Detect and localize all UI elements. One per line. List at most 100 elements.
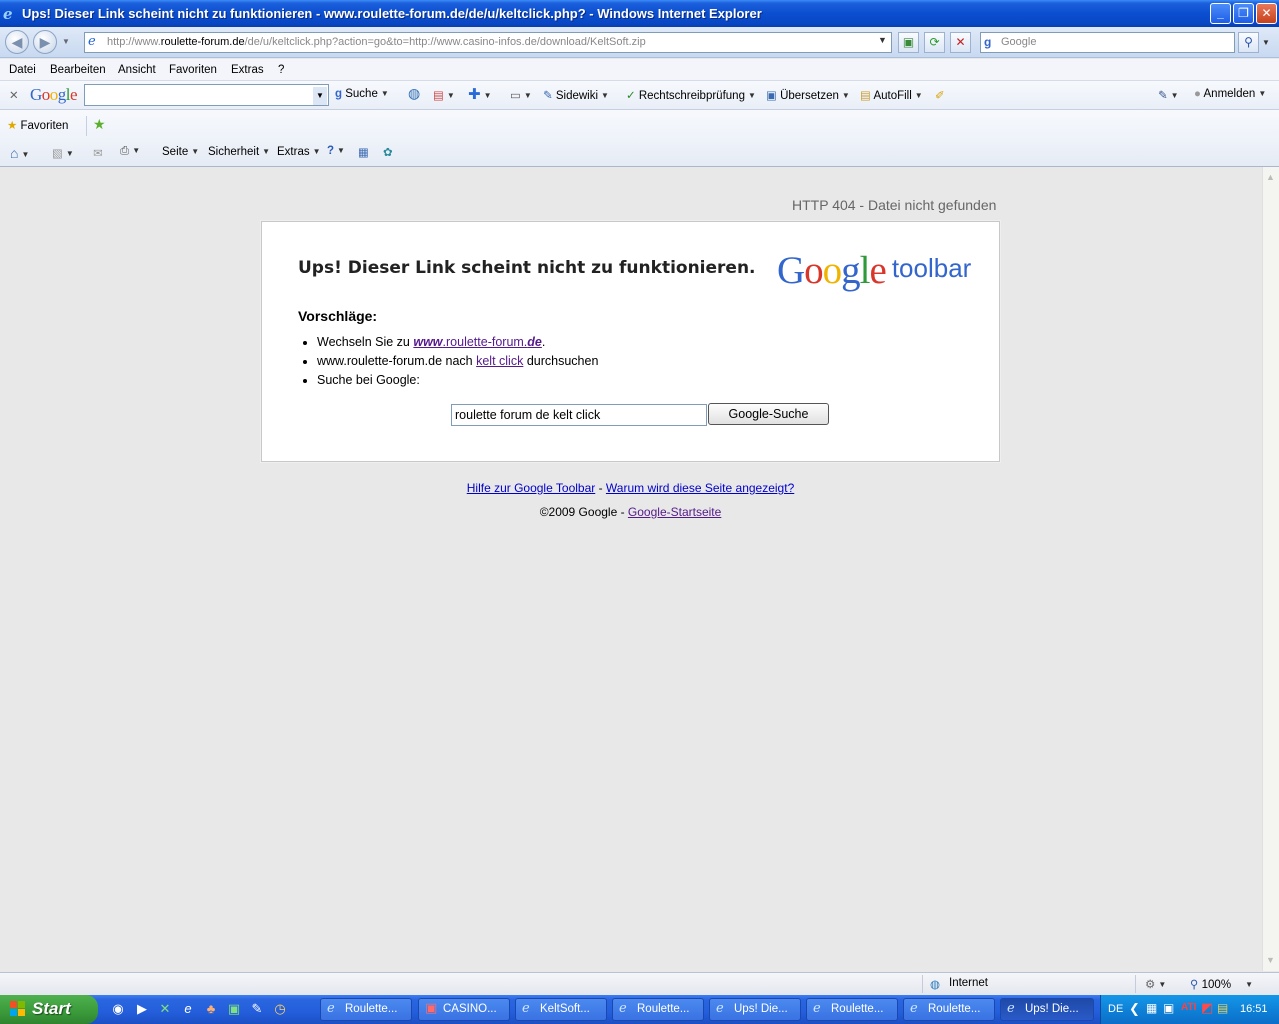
messenger-icon[interactable]: ✿ (383, 145, 393, 159)
search-input[interactable]: Google (980, 32, 1235, 53)
task-button[interactable]: ▣ CASINO... (418, 998, 510, 1021)
ie-quicklaunch-icon[interactable]: e (180, 1001, 196, 1017)
site-search-link[interactable]: kelt click (476, 354, 523, 368)
ie-icon: e (716, 1001, 724, 1016)
menu-file[interactable]: Datei (9, 64, 36, 76)
clock-app-icon[interactable]: ◷ (272, 1001, 288, 1017)
add-button-icon[interactable]: ✚ ▼ (468, 85, 492, 103)
tools-menu[interactable]: Extras ▼ (277, 146, 321, 158)
refresh-icon[interactable]: ⟳ (924, 32, 945, 53)
wrench-icon[interactable]: ✎ ▼ (1158, 88, 1179, 102)
autofill-button[interactable]: ▤ AutoFill ▼ (860, 88, 923, 102)
quicklaunch-icon[interactable]: ◉ (110, 1001, 126, 1017)
task-button[interactable]: e KeltSoft... (515, 998, 607, 1021)
antivirus-icon[interactable]: ◩ (1201, 1000, 1213, 1016)
signin-label: Anmelden (1203, 88, 1256, 100)
site-link[interactable]: www.roulette-forum.de (413, 335, 542, 349)
task-button[interactable]: e Ups! Die... (709, 998, 801, 1021)
network-icon[interactable]: ▦ (1146, 1001, 1157, 1015)
translate-button[interactable]: ▣ Übersetzen ▼ (766, 88, 850, 102)
close-button[interactable]: ✕ (1256, 3, 1277, 24)
list-item: Wechseln Sie zu www.roulette-forum.de. (317, 333, 598, 352)
toolbar-search-button[interactable]: g Suche ▼ (335, 88, 389, 100)
suggestions-title: Vorschläge: (298, 308, 378, 324)
tray-expand-icon[interactable]: ❮ (1129, 1001, 1140, 1017)
add-favorite-icon[interactable]: ★ (93, 116, 106, 133)
minimize-button[interactable]: _ (1210, 3, 1231, 24)
tray-app-icon[interactable]: ▤ (1217, 1001, 1228, 1015)
sidewiki-button[interactable]: ✎ Sidewiki ▼ (543, 88, 609, 102)
task-button[interactable]: e Roulette... (612, 998, 704, 1021)
history-dropdown-icon[interactable]: ▼ (62, 37, 70, 46)
address-dropdown-icon[interactable]: ▼ (878, 35, 887, 45)
spellcheck-button[interactable]: ✓ Rechtschreibprüfung ▼ (626, 88, 756, 102)
feeds-icon[interactable]: ▧ ▼ (52, 146, 74, 160)
menu-tools[interactable]: Extras (231, 64, 264, 76)
google-search-input[interactable]: roulette forum de kelt click (451, 404, 707, 426)
highlight-icon[interactable]: ▭ ▼ (510, 88, 532, 102)
menu-help[interactable]: ? (278, 64, 284, 76)
print-icon[interactable]: ⎙ ▼ (120, 145, 140, 158)
signin-button[interactable]: ● Anmelden ▼ (1194, 88, 1266, 100)
copyright-text: ©2009 Google - (539, 505, 628, 519)
google-search-button[interactable]: Google-Suche (708, 403, 829, 425)
task-button-active[interactable]: e Ups! Die... (1000, 998, 1094, 1021)
task-label: Roulette... (928, 1003, 981, 1015)
google-icon: g (984, 35, 992, 49)
security-zone: Internet (949, 977, 988, 989)
search-icon[interactable]: ⚲ (1238, 32, 1259, 53)
help-link[interactable]: Hilfe zur Google Toolbar (467, 481, 596, 495)
address-field[interactable]: http://www.roulette-forum.de/de/u/keltcl… (84, 32, 892, 53)
excel-icon[interactable]: ✕ (157, 1001, 173, 1017)
favorites-button[interactable]: ★ Favoriten (7, 118, 68, 132)
zoom-control[interactable]: ⚲ 100% ▼ (1190, 977, 1253, 991)
why-link[interactable]: Warum wird diese Seite angezeigt? (606, 481, 794, 495)
maximize-button[interactable]: ❐ (1233, 3, 1254, 24)
notepad-icon[interactable]: ✎ (249, 1001, 265, 1017)
media-player-icon[interactable]: ▶ (134, 1001, 150, 1017)
back-button[interactable]: ◀ (5, 30, 29, 54)
task-button[interactable]: e Roulette... (903, 998, 995, 1021)
mail-icon[interactable]: ✉ (93, 146, 103, 160)
google-toolbar-search-input[interactable] (84, 84, 329, 106)
scrollbar[interactable] (1262, 167, 1279, 971)
display-icon[interactable]: ▣ (1163, 1001, 1174, 1015)
protected-mode-icon[interactable]: ⚙ ▼ (1145, 977, 1166, 991)
task-button[interactable]: e Roulette... (320, 998, 412, 1021)
security-menu[interactable]: Sicherheit ▼ (208, 146, 270, 158)
search-options-icon[interactable]: ▼ (1262, 38, 1270, 47)
help-icon[interactable]: ? ▼ (327, 145, 345, 157)
bookmarks-icon[interactable]: ▤ ▼ (433, 88, 455, 102)
home-icon[interactable]: ⌂ ▼ (10, 145, 29, 161)
page-menu-label: Seite (162, 146, 189, 158)
zoom-level: 100% (1201, 979, 1232, 991)
toolbar-close-icon[interactable]: ✕ (9, 88, 19, 102)
task-label: CASINO... (443, 1003, 497, 1015)
language-indicator[interactable]: DE (1108, 1003, 1123, 1015)
globe-icon[interactable]: ◍ (408, 85, 420, 102)
task-button[interactable]: e Roulette... (806, 998, 898, 1021)
menu-edit[interactable]: Bearbeiten (50, 64, 106, 76)
command-bar: ⌂ ▼ ▧ ▼ ✉ ⎙ ▼ Seite ▼ Sicherheit ▼ Extras ▼ ? ▼… (0, 141, 1279, 167)
menu-view[interactable]: Ansicht (118, 64, 156, 76)
app-icon[interactable]: ♣ (203, 1001, 219, 1017)
task-label: Roulette... (345, 1003, 398, 1015)
menu-favorites[interactable]: Favoriten (169, 64, 217, 76)
research-icon[interactable]: ▦ (358, 145, 369, 159)
toolbar-input-dropdown-icon[interactable]: ▼ (313, 87, 327, 105)
ati-icon[interactable]: ATI (1181, 1002, 1196, 1013)
compatibility-icon[interactable]: ▣ (898, 32, 919, 53)
suggestion-text: . (541, 335, 546, 349)
highlighter-icon[interactable]: ✐ (935, 88, 945, 102)
url-prefix: http://www. (107, 36, 161, 48)
google-logo: Google (777, 249, 887, 292)
forward-button[interactable]: ▶ (33, 30, 57, 54)
stop-icon[interactable]: ✕ (950, 32, 971, 53)
scroll-down-icon[interactable]: ▼ (1263, 953, 1278, 968)
scroll-up-icon[interactable]: ▲ (1263, 170, 1278, 185)
google-toolbar-logo[interactable]: Google (30, 85, 78, 105)
google-home-link[interactable]: Google-Startseite (628, 505, 721, 519)
spellcheck-icon: ✓ (626, 90, 636, 102)
page-menu[interactable]: Seite ▼ (162, 146, 199, 158)
project-icon[interactable]: ▣ (226, 1001, 242, 1017)
